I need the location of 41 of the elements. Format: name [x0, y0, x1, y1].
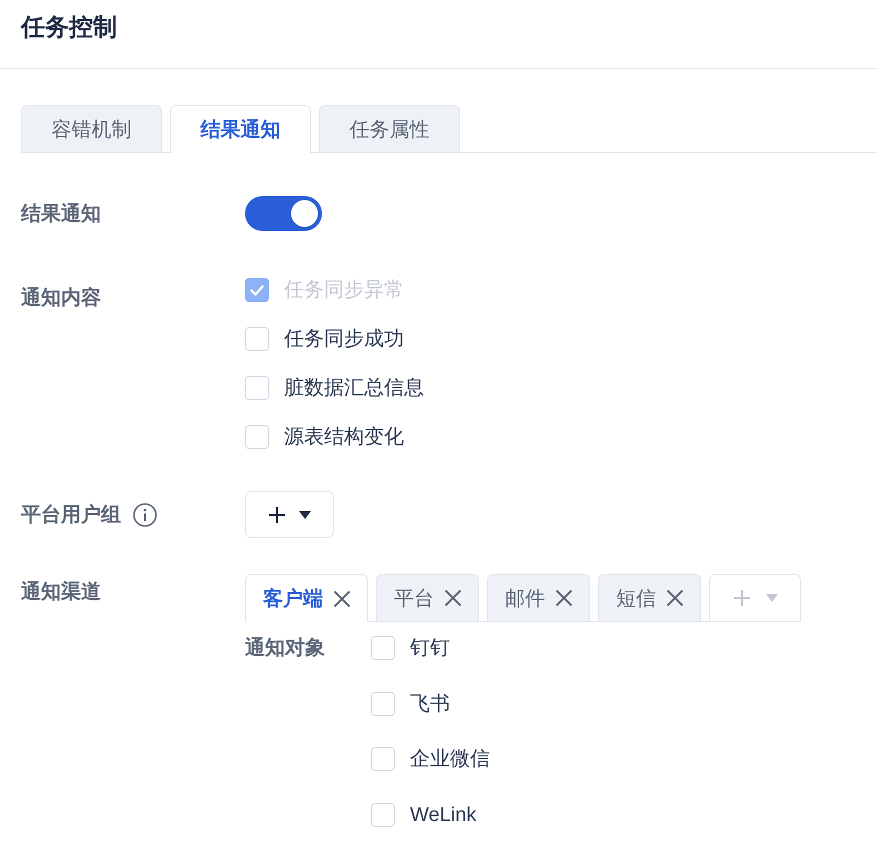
checkbox-label[interactable]: 钉钉	[410, 634, 450, 662]
caret-icon	[299, 510, 311, 518]
channel-tab[interactable]: 邮件	[487, 574, 590, 621]
checkbox[interactable]	[371, 802, 395, 827]
close-icon[interactable]	[555, 589, 573, 607]
close-icon[interactable]	[444, 589, 462, 607]
add-dropdown-button[interactable]	[245, 491, 334, 538]
channel-tab[interactable]: 短信	[598, 574, 701, 621]
checkbox[interactable]	[371, 692, 395, 716]
close-icon[interactable]	[333, 590, 351, 608]
checkbox[interactable]	[371, 636, 395, 660]
channel-tab[interactable]: 平台	[376, 574, 479, 621]
field-label: 平台用户组	[21, 502, 121, 528]
checkbox-label: 任务同步异常	[284, 278, 404, 303]
checkbox[interactable]	[245, 327, 269, 351]
checkbox[interactable]	[245, 425, 269, 449]
close-icon[interactable]	[666, 589, 684, 607]
channel-tab[interactable]: 客户端	[245, 574, 368, 622]
field-label: 结果通知	[21, 202, 101, 226]
field-label: 通知内容	[21, 286, 101, 311]
tab[interactable]: 结果通知	[170, 105, 311, 153]
toggle-switch[interactable]	[245, 196, 322, 231]
checkbox-label[interactable]: 源表结构变化	[284, 423, 404, 451]
field-label: 通知渠道	[21, 580, 101, 605]
tab[interactable]: 容错机制	[21, 105, 162, 152]
plus-icon	[732, 589, 750, 607]
checkbox[interactable]	[371, 747, 395, 772]
checkbox-label[interactable]: WeLink	[410, 800, 476, 829]
checkbox-label[interactable]: 任务同步成功	[284, 325, 404, 353]
caret-icon	[766, 594, 778, 602]
plus-icon	[268, 506, 286, 524]
checkbox-label[interactable]: 企业微信	[410, 745, 490, 774]
checkbox[interactable]	[245, 376, 269, 400]
tab[interactable]: 任务属性	[319, 105, 460, 152]
check-icon	[250, 284, 264, 296]
checkbox-label[interactable]: 飞书	[410, 690, 450, 718]
field-label: 通知对象	[245, 636, 325, 661]
page-title: 任务控制	[21, 13, 117, 43]
info-icon[interactable]	[133, 502, 157, 526]
checkbox-label[interactable]: 脏数据汇总信息	[284, 374, 424, 402]
add-channel-button[interactable]	[709, 574, 801, 621]
